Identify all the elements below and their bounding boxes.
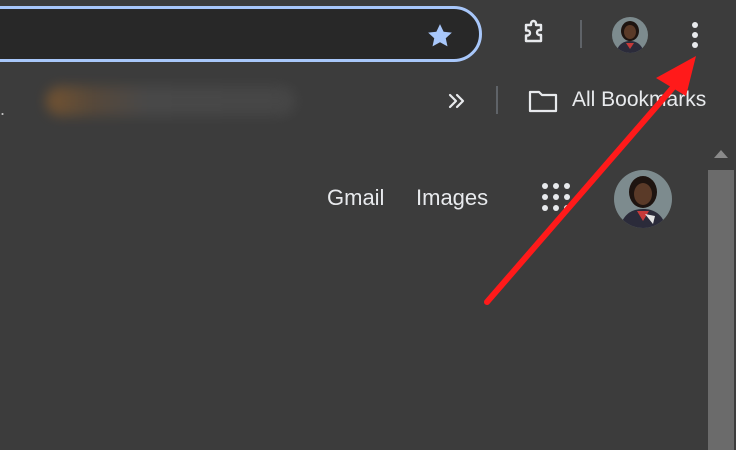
toolbar-divider [580, 20, 582, 48]
avatar [614, 170, 672, 228]
menu-dot [692, 22, 698, 28]
blurred-bookmark[interactable] [46, 86, 296, 116]
menu-dot [692, 32, 698, 38]
profile-avatar[interactable] [612, 17, 648, 53]
three-dot-menu-icon[interactable] [688, 20, 702, 50]
avatar [612, 17, 648, 53]
bookmark-overflow-indicator: . [0, 99, 6, 119]
double-chevron-right-icon[interactable] [446, 90, 468, 112]
address-bar[interactable] [0, 6, 482, 62]
google-apps-grid-icon[interactable] [541, 182, 571, 212]
bookmarks-divider [496, 86, 498, 114]
all-bookmarks-link[interactable]: All Bookmarks [572, 86, 706, 114]
star-icon[interactable] [425, 21, 455, 51]
browser-window: . All Bookmarks Gmail Images [0, 0, 736, 450]
google-account-avatar[interactable] [614, 170, 672, 228]
menu-dot [692, 42, 698, 48]
folder-icon[interactable] [528, 89, 558, 113]
browser-toolbar [0, 0, 736, 72]
gmail-link[interactable]: Gmail [327, 183, 384, 213]
puzzle-piece-icon[interactable] [517, 17, 549, 49]
images-link[interactable]: Images [416, 183, 488, 213]
scrollbar-thumb[interactable] [708, 170, 734, 450]
scroll-up-arrow-icon[interactable] [714, 150, 728, 158]
